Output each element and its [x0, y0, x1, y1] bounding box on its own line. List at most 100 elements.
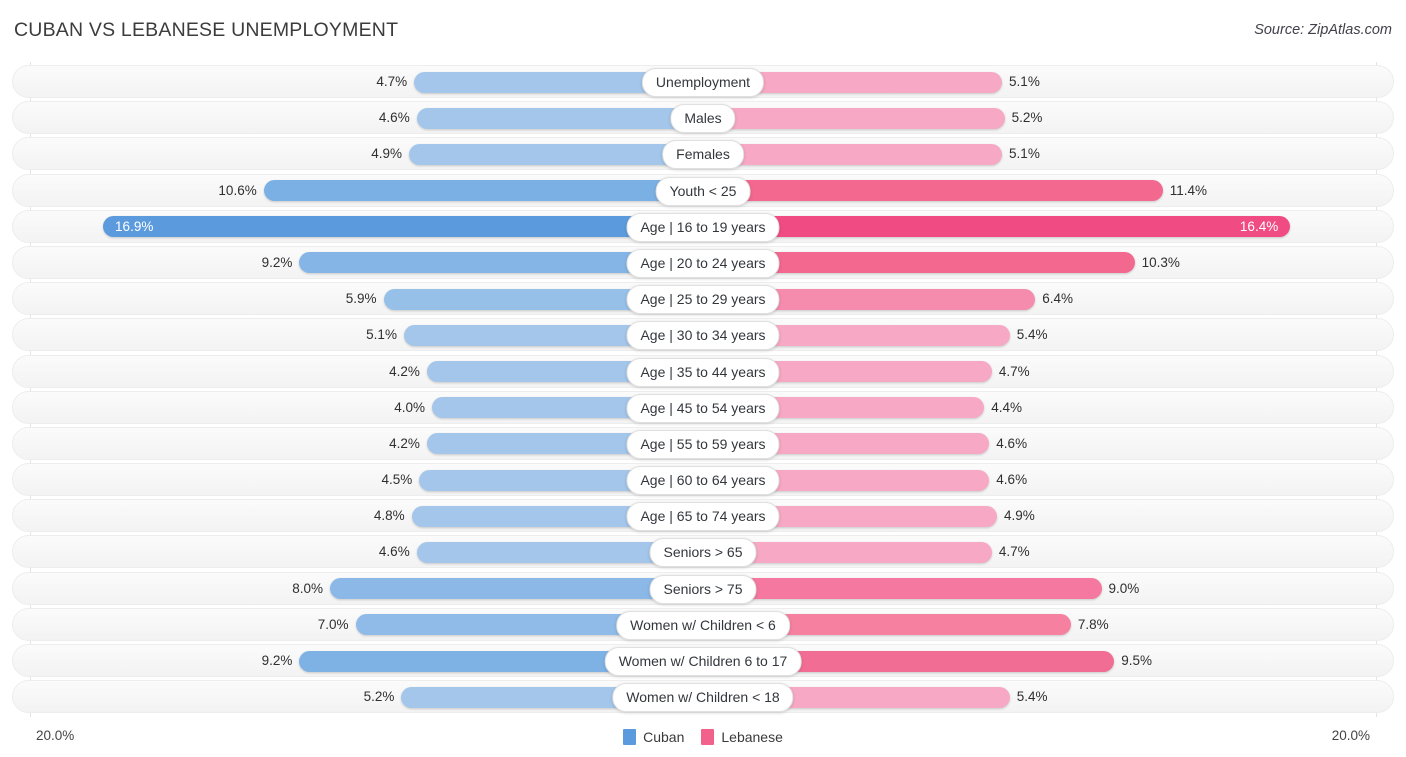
value-label-right: 4.7%: [998, 363, 1030, 379]
table-row[interactable]: 5.9% 6.4% Age | 25 to 29 years: [0, 281, 1406, 317]
value-label-right: 9.0%: [1108, 580, 1140, 596]
value-label-right: 16.4%: [1239, 218, 1279, 234]
value-label-left: 4.2%: [389, 435, 420, 451]
legend-label: Cuban: [643, 729, 685, 745]
value-label-right: 11.4%: [1169, 182, 1207, 198]
table-row[interactable]: 4.5% 4.6% Age | 60 to 64 years: [0, 462, 1406, 498]
legend-label: Lebanese: [721, 729, 783, 745]
bar-right-lebanese[interactable]: [703, 180, 1163, 202]
legend-item[interactable]: Cuban: [623, 729, 684, 745]
table-row[interactable]: 4.6% 5.2% Males: [0, 100, 1406, 136]
row-category-label[interactable]: Women w/ Children 6 to 17: [604, 647, 802, 676]
table-row[interactable]: 4.8% 4.9% Age | 65 to 74 years: [0, 498, 1406, 534]
value-label-left: 9.2%: [261, 254, 293, 270]
value-label-right: 4.4%: [991, 399, 1022, 415]
bar-left-cuban[interactable]: [330, 578, 703, 600]
value-label-left: 4.6%: [378, 544, 410, 560]
bar-left-cuban[interactable]: [263, 180, 703, 202]
table-row[interactable]: 4.9% 5.1% Females: [0, 136, 1406, 172]
value-label-left: 4.7%: [376, 74, 408, 89]
row-bars: 4.7% 5.1% Unemployment: [0, 64, 1406, 100]
row-category-label[interactable]: Unemployment: [641, 68, 765, 97]
row-category-label[interactable]: Age | 20 to 24 years: [626, 248, 780, 278]
bar-right-lebanese[interactable]: [703, 107, 1005, 129]
row-category-label[interactable]: Age | 55 to 59 years: [626, 429, 780, 459]
row-category-label[interactable]: Age | 45 to 54 years: [626, 393, 780, 423]
table-row[interactable]: 4.0% 4.4% Age | 45 to 54 years: [0, 390, 1406, 426]
row-category-label[interactable]: Age | 60 to 64 years: [626, 466, 780, 496]
row-category-label[interactable]: Age | 35 to 44 years: [626, 357, 780, 387]
table-row[interactable]: 8.0% 9.0% Seniors > 75: [0, 571, 1406, 607]
row-category-label[interactable]: Age | 65 to 74 years: [626, 502, 780, 532]
row-bars: 16.9% 16.4% Age | 16 to 19 years: [0, 209, 1406, 245]
row-category-label[interactable]: Women w/ Children < 6: [616, 610, 790, 640]
value-label-right: 5.1%: [1009, 74, 1040, 89]
table-row[interactable]: 10.6% 11.4% Youth < 25: [0, 173, 1406, 209]
bar-left-cuban[interactable]: [416, 107, 703, 129]
row-bars: 4.2% 4.7% Age | 35 to 44 years: [0, 354, 1406, 390]
value-label-right: 4.9%: [1003, 508, 1035, 524]
row-bars: 5.2% 5.4% Women w/ Children < 18: [0, 679, 1406, 715]
table-row[interactable]: 7.0% 7.8% Women w/ Children < 6: [0, 607, 1406, 643]
row-bars: 5.1% 5.4% Age | 30 to 34 years: [0, 317, 1406, 353]
value-label-left: 5.9%: [345, 291, 377, 307]
value-label-right: 7.8%: [1077, 616, 1109, 632]
chart-page: CUBAN VS LEBANESE UNEMPLOYMENT Source: Z…: [0, 0, 1406, 757]
value-label-right: 4.6%: [996, 472, 1028, 488]
value-label-left: 5.2%: [363, 689, 395, 705]
row-category-label[interactable]: Seniors > 75: [649, 574, 757, 604]
table-row[interactable]: 9.2% 10.3% Age | 20 to 24 years: [0, 245, 1406, 281]
legend-swatch-icon: [701, 729, 715, 745]
bar-right-lebanese[interactable]: [703, 578, 1102, 600]
row-bars: 7.0% 7.8% Women w/ Children < 6: [0, 607, 1406, 643]
value-label-right: 6.4%: [1042, 291, 1073, 307]
row-bars: 9.2% 9.5% Women w/ Children 6 to 17: [0, 643, 1406, 679]
value-label-right: 5.1%: [1009, 146, 1040, 162]
row-bars: 5.9% 6.4% Age | 25 to 29 years: [0, 281, 1406, 317]
bar-left-cuban[interactable]: [103, 216, 703, 238]
table-row[interactable]: 4.2% 4.6% Age | 55 to 59 years: [0, 426, 1406, 462]
value-label-right: 10.3%: [1141, 254, 1180, 270]
row-bars: 4.6% 4.7% Seniors > 65: [0, 534, 1406, 570]
bar-left-cuban[interactable]: [409, 143, 703, 165]
bar-right-lebanese[interactable]: [703, 216, 1291, 238]
row-category-label[interactable]: Males: [670, 104, 736, 134]
table-row[interactable]: 5.1% 5.4% Age | 30 to 34 years: [0, 317, 1406, 353]
row-bars: 4.5% 4.6% Age | 60 to 64 years: [0, 462, 1406, 498]
table-row[interactable]: 4.2% 4.7% Age | 35 to 44 years: [0, 354, 1406, 390]
page-title: CUBAN VS LEBANESE UNEMPLOYMENT: [14, 19, 399, 41]
table-row[interactable]: 4.6% 4.7% Seniors > 65: [0, 534, 1406, 570]
legend-item[interactable]: Lebanese: [701, 729, 783, 745]
row-bars: 4.8% 4.9% Age | 65 to 74 years: [0, 498, 1406, 534]
value-label-right: 4.7%: [998, 544, 1030, 560]
table-row[interactable]: 5.2% 5.4% Women w/ Children < 18: [0, 679, 1406, 715]
row-bars: 4.9% 5.1% Females: [0, 136, 1406, 172]
table-row[interactable]: 16.9% 16.4% Age | 16 to 19 years: [0, 209, 1406, 245]
chart-rows: 4.7% 5.1% Unemployment 4.6% 5.2% Males 4.9% 5.1…: [0, 64, 1406, 715]
row-category-label[interactable]: Women w/ Children < 18: [612, 683, 794, 713]
table-row[interactable]: 9.2% 9.5% Women w/ Children 6 to 17: [0, 643, 1406, 679]
row-bars: 8.0% 9.0% Seniors > 75: [0, 571, 1406, 607]
row-bars: 4.2% 4.6% Age | 55 to 59 years: [0, 426, 1406, 462]
value-label-left: 4.2%: [389, 363, 420, 379]
value-label-right: 4.6%: [996, 435, 1028, 451]
row-category-label[interactable]: Seniors > 65: [649, 538, 757, 568]
value-label-left: 4.6%: [378, 110, 410, 126]
source-attribution: Source: ZipAtlas.com: [1254, 22, 1392, 38]
row-category-label[interactable]: Females: [662, 140, 744, 170]
value-label-right: 5.2%: [1011, 110, 1043, 126]
row-category-label[interactable]: Youth < 25: [655, 176, 751, 206]
legend-swatch-icon: [623, 729, 637, 745]
value-label-right: 5.4%: [1016, 689, 1048, 705]
bar-right-lebanese[interactable]: [703, 143, 1003, 165]
row-category-label[interactable]: Age | 16 to 19 years: [626, 212, 780, 242]
value-label-left: 4.0%: [394, 399, 425, 415]
row-category-label[interactable]: Age | 30 to 34 years: [626, 321, 780, 351]
value-label-left: 16.9%: [115, 218, 154, 234]
row-category-label[interactable]: Age | 25 to 29 years: [626, 285, 780, 315]
chart-legend: Cuban Lebanese: [0, 729, 1406, 745]
table-row[interactable]: 4.7% 5.1% Unemployment: [0, 64, 1406, 100]
diverging-bar-chart: 4.7% 5.1% Unemployment 4.6% 5.2% Males 4.9% 5.1…: [0, 58, 1406, 718]
value-label-left: 8.0%: [292, 580, 323, 596]
value-label-left: 7.0%: [317, 616, 349, 632]
